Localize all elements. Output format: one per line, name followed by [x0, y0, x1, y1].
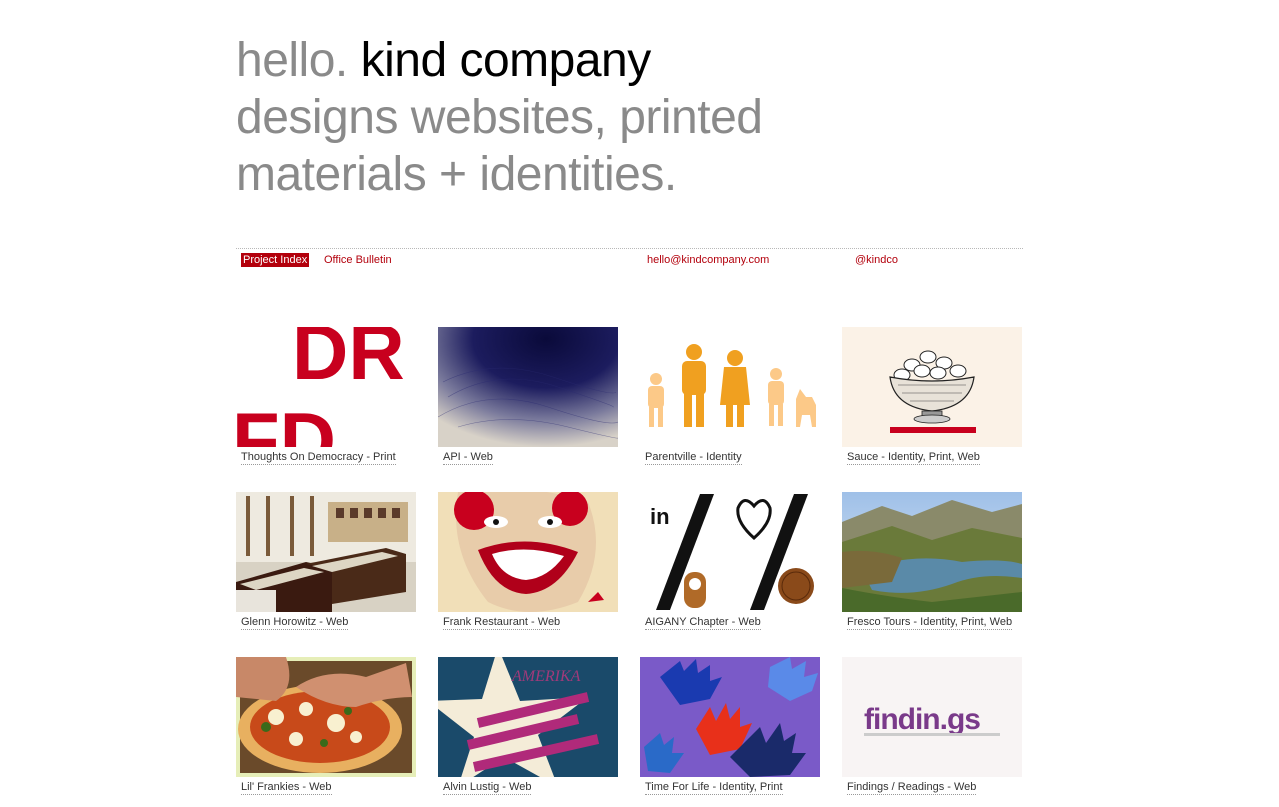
project-card: in AIGANY Chapter - Web [640, 492, 820, 642]
project-caption[interactable]: Lil' Frankies - Web [241, 781, 332, 795]
bowl-engraving-thumbnail[interactable] [842, 327, 1022, 447]
findings-logo-text: findin.gs [864, 703, 980, 736]
hero-brand: kind company [360, 34, 652, 87]
project-card: Fresco Tours - Identity, Print, Web [842, 492, 1022, 642]
nav-twitter-link[interactable]: @kindco [855, 253, 898, 267]
project-caption[interactable]: Frank Restaurant - Web [443, 616, 561, 630]
project-card: findin.gs Findings / Readings - Web [842, 657, 1022, 807]
mountain-lake-thumbnail[interactable] [842, 492, 1022, 612]
amerika-star-stripes-thumbnail[interactable]: AMERIKA [438, 657, 618, 777]
findings-logo-thumbnail[interactable]: findin.gs [842, 657, 1022, 777]
clown-face-thumbnail[interactable] [438, 492, 618, 612]
project-caption[interactable]: Alvin Lustig - Web [443, 781, 532, 795]
project-caption[interactable]: Glenn Horowitz - Web [241, 616, 349, 630]
blue-ink-scribble-thumbnail[interactable] [438, 327, 618, 447]
project-card: Sauce - Identity, Print, Web [842, 327, 1022, 477]
project-caption[interactable]: Time For Life - Identity, Print [645, 781, 783, 795]
nav-office-bulletin-link[interactable]: Office Bulletin [324, 253, 392, 267]
nav-email-link[interactable]: hello@kindcompany.com [647, 253, 769, 267]
project-card: Time For Life - Identity, Print [640, 657, 820, 807]
project-caption[interactable]: API - Web [443, 451, 493, 465]
project-card: Parentville - Identity [640, 327, 820, 477]
hero-line-2: designs websites, printed [236, 91, 763, 144]
in-heart-percent-thumbnail[interactable]: in [640, 492, 820, 612]
aiga-in-text: in [650, 504, 670, 529]
pizza-hands-thumbnail[interactable] [236, 657, 416, 777]
project-card: Frank Restaurant - Web [438, 492, 618, 642]
hero-greeting: hello. [236, 34, 348, 87]
orange-family-figures-thumbnail[interactable] [640, 327, 820, 447]
project-caption[interactable]: AIGANY Chapter - Web [645, 616, 761, 630]
project-card: AMERIKA Alvin Lustig - Web [438, 657, 618, 807]
main-nav: Project Index Office Bulletin hello@kind… [236, 253, 1023, 269]
hero-line-3: materials + identities. [236, 148, 677, 201]
project-card: Glenn Horowitz - Web [236, 492, 416, 642]
project-card: Lil' Frankies - Web [236, 657, 416, 807]
project-caption[interactable]: Findings / Readings - Web [847, 781, 977, 795]
project-card: API - Web [438, 327, 618, 477]
bookstore-display-thumbnail[interactable] [236, 492, 416, 612]
project-caption[interactable]: Parentville - Identity [645, 451, 742, 465]
page-container: hello. kind company designs websites, pr… [236, 0, 1023, 795]
project-caption[interactable]: Sauce - Identity, Print, Web [847, 451, 980, 465]
project-card: DR FD Thoughts On Democracy - Print [236, 327, 416, 477]
drfd-top-text: DR [292, 327, 405, 396]
amerika-text: AMERIKA [511, 668, 581, 685]
project-caption[interactable]: Thoughts On Democracy - Print [241, 451, 396, 465]
drfd-red-type-thumbnail[interactable]: DR FD [236, 327, 416, 447]
hero-heading: hello. kind company designs websites, pr… [236, 0, 1023, 203]
nav-divider [236, 248, 1023, 249]
painted-hands-thumbnail[interactable] [640, 657, 820, 777]
nav-project-index-link[interactable]: Project Index [241, 253, 310, 267]
drfd-bottom-text: FD [236, 396, 336, 447]
project-caption[interactable]: Fresco Tours - Identity, Print, Web [847, 616, 1013, 630]
